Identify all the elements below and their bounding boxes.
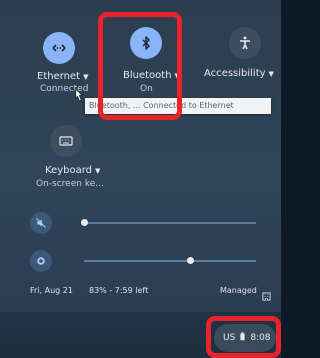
bluetooth-highlight-box [98,12,182,120]
accessibility-label-row[interactable]: Accessibility ▼ [204,68,274,79]
chevron-down-icon: ▼ [268,70,274,78]
brightness-slider-thumb[interactable] [187,257,195,264]
date-label[interactable]: Fri, Aug 21 [30,286,73,295]
keyboard-toggle-button[interactable] [50,125,82,157]
brightness-button [30,250,52,272]
ethernet-label-row[interactable]: Ethernet ▼ [37,71,88,82]
volume-muted-icon [36,218,46,228]
battery-status[interactable]: 83% - 7:59 left [89,286,148,295]
brightness-slider-track[interactable] [84,260,256,262]
volume-slider-row [28,212,268,236]
volume-slider-thumb[interactable] [80,219,88,226]
chevron-down-icon: ▼ [95,167,101,175]
chevron-down-icon: ▼ [83,73,89,81]
tray-highlight-box [206,316,281,358]
keyboard-label-row[interactable]: Keyboard ▼ [45,165,100,176]
brightness-slider-row [28,250,268,274]
accessibility-icon [240,36,250,50]
mouse-pointer-icon [73,88,84,107]
managed-label[interactable]: Managed [220,286,257,295]
volume-mute-button[interactable] [30,212,52,234]
keyboard-sublabel: On-screen ke... [36,179,104,189]
screen: Ethernet ▼ Connected Bluetooth ▼ On Access… [0,0,281,358]
keyboard-icon [59,136,73,146]
enterprise-icon [262,286,271,305]
ethernet-toggle-button[interactable] [43,32,75,64]
accessibility-label: Accessibility [204,68,266,79]
accessibility-toggle-button[interactable] [229,27,261,59]
ethernet-label: Ethernet [37,71,81,82]
brightness-icon [37,257,45,265]
volume-slider-track[interactable] [84,222,256,224]
ethernet-icon [52,44,66,52]
keyboard-label: Keyboard [45,165,93,176]
